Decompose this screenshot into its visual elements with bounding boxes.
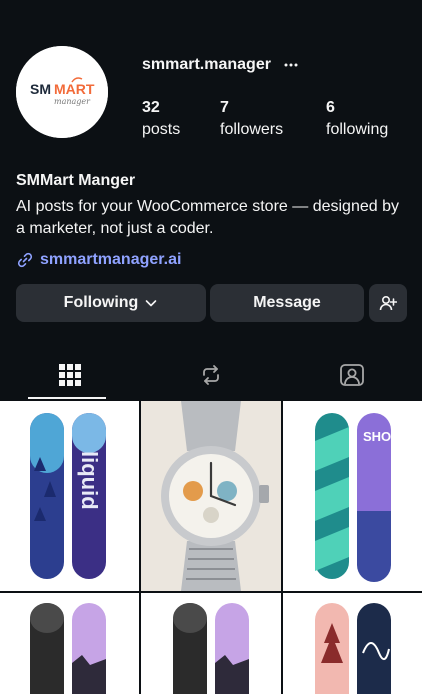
- profile-header: SM MART manager smmart.manager 32 posts …: [0, 0, 422, 400]
- grid-post-1[interactable]: liquid: [0, 401, 139, 591]
- posts-grid: liquid SHOPIFY: [0, 401, 422, 694]
- display-name: SMMart Manger: [16, 172, 136, 189]
- followers-count: 7: [220, 99, 229, 116]
- link-icon: [17, 252, 33, 268]
- username: smmart.manager: [142, 56, 271, 73]
- logo-text-right: MART: [54, 81, 95, 97]
- chevron-down-icon: [146, 300, 157, 307]
- more-options-icon[interactable]: [283, 57, 299, 73]
- following-button[interactable]: Following: [16, 284, 206, 322]
- snowboard-art-text: SHOPIFY: [363, 429, 420, 444]
- following-button-label: Following: [63, 294, 139, 311]
- message-button-label: Message: [253, 294, 321, 311]
- stat-following[interactable]: 6 following: [326, 97, 388, 141]
- stat-posts: 32 posts: [142, 97, 180, 141]
- add-user-button[interactable]: [369, 284, 407, 322]
- snowboard-image: [0, 593, 139, 694]
- snowboard-image: [283, 593, 422, 694]
- tab-reposts[interactable]: [141, 350, 281, 400]
- repost-icon: [203, 365, 219, 385]
- grid-post-5[interactable]: [141, 593, 281, 694]
- posts-count: 32: [142, 99, 160, 116]
- username-row: smmart.manager: [142, 54, 299, 76]
- grid-post-4[interactable]: [0, 593, 139, 694]
- active-tab-indicator: [28, 397, 106, 399]
- add-user-icon: [379, 295, 397, 311]
- tagged-icon: [340, 364, 364, 386]
- tab-tagged[interactable]: [282, 350, 422, 400]
- profile-stats: 32 posts 7 followers 6 following: [0, 97, 422, 145]
- posts-label: posts: [142, 121, 181, 138]
- tab-posts[interactable]: [0, 350, 140, 400]
- snowboard-art-text: liquid: [77, 451, 102, 510]
- snowboard-image: liquid: [0, 401, 139, 591]
- grid-post-3[interactable]: SHOPIFY: [283, 401, 422, 591]
- snowboard-image: SHOPIFY: [283, 401, 422, 591]
- logo-text-left: SM: [30, 81, 51, 97]
- message-button[interactable]: Message: [210, 284, 364, 322]
- profile-tabs: [0, 350, 422, 400]
- following-count: 6: [326, 99, 335, 116]
- bio: AI posts for your WooCommerce store — de…: [16, 198, 399, 237]
- followers-label: followers: [220, 121, 284, 138]
- watch-image: [141, 401, 281, 591]
- following-label: following: [326, 121, 389, 138]
- grid-icon: [59, 364, 81, 386]
- grid-post-2[interactable]: [141, 401, 281, 591]
- grid-post-6[interactable]: [283, 593, 422, 694]
- link-text: smmartmanager.ai: [40, 251, 182, 268]
- snowboard-image: [141, 593, 281, 694]
- stat-followers[interactable]: 7 followers: [220, 97, 283, 141]
- profile-link[interactable]: smmartmanager.ai: [16, 249, 181, 271]
